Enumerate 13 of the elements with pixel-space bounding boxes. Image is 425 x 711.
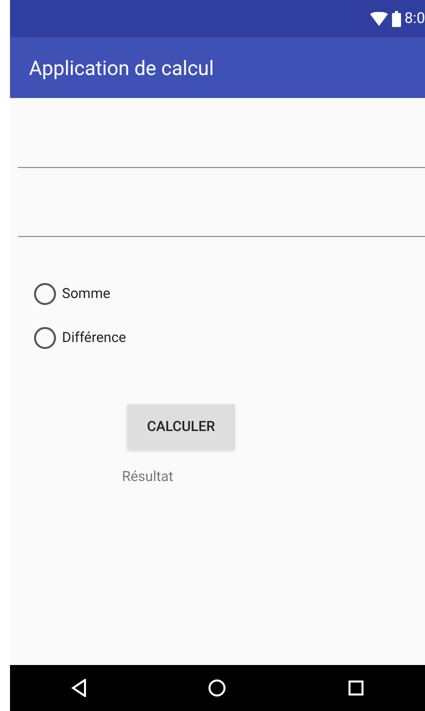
back-icon[interactable] xyxy=(70,679,87,697)
home-icon[interactable] xyxy=(208,679,226,697)
radio-label: Différence xyxy=(62,328,126,348)
radio-label: Somme xyxy=(62,284,110,304)
radio-button[interactable] xyxy=(34,283,56,305)
calculate-button[interactable]: CALCULER xyxy=(127,404,235,450)
radio-button[interactable] xyxy=(34,327,56,349)
status-time: 8:0 xyxy=(404,8,425,30)
wifi-icon xyxy=(370,12,388,26)
app-title: Application de calcul xyxy=(29,54,214,82)
battery-icon xyxy=(392,10,400,26)
result-text: Résultat xyxy=(122,468,174,487)
recents-icon[interactable] xyxy=(348,680,364,696)
